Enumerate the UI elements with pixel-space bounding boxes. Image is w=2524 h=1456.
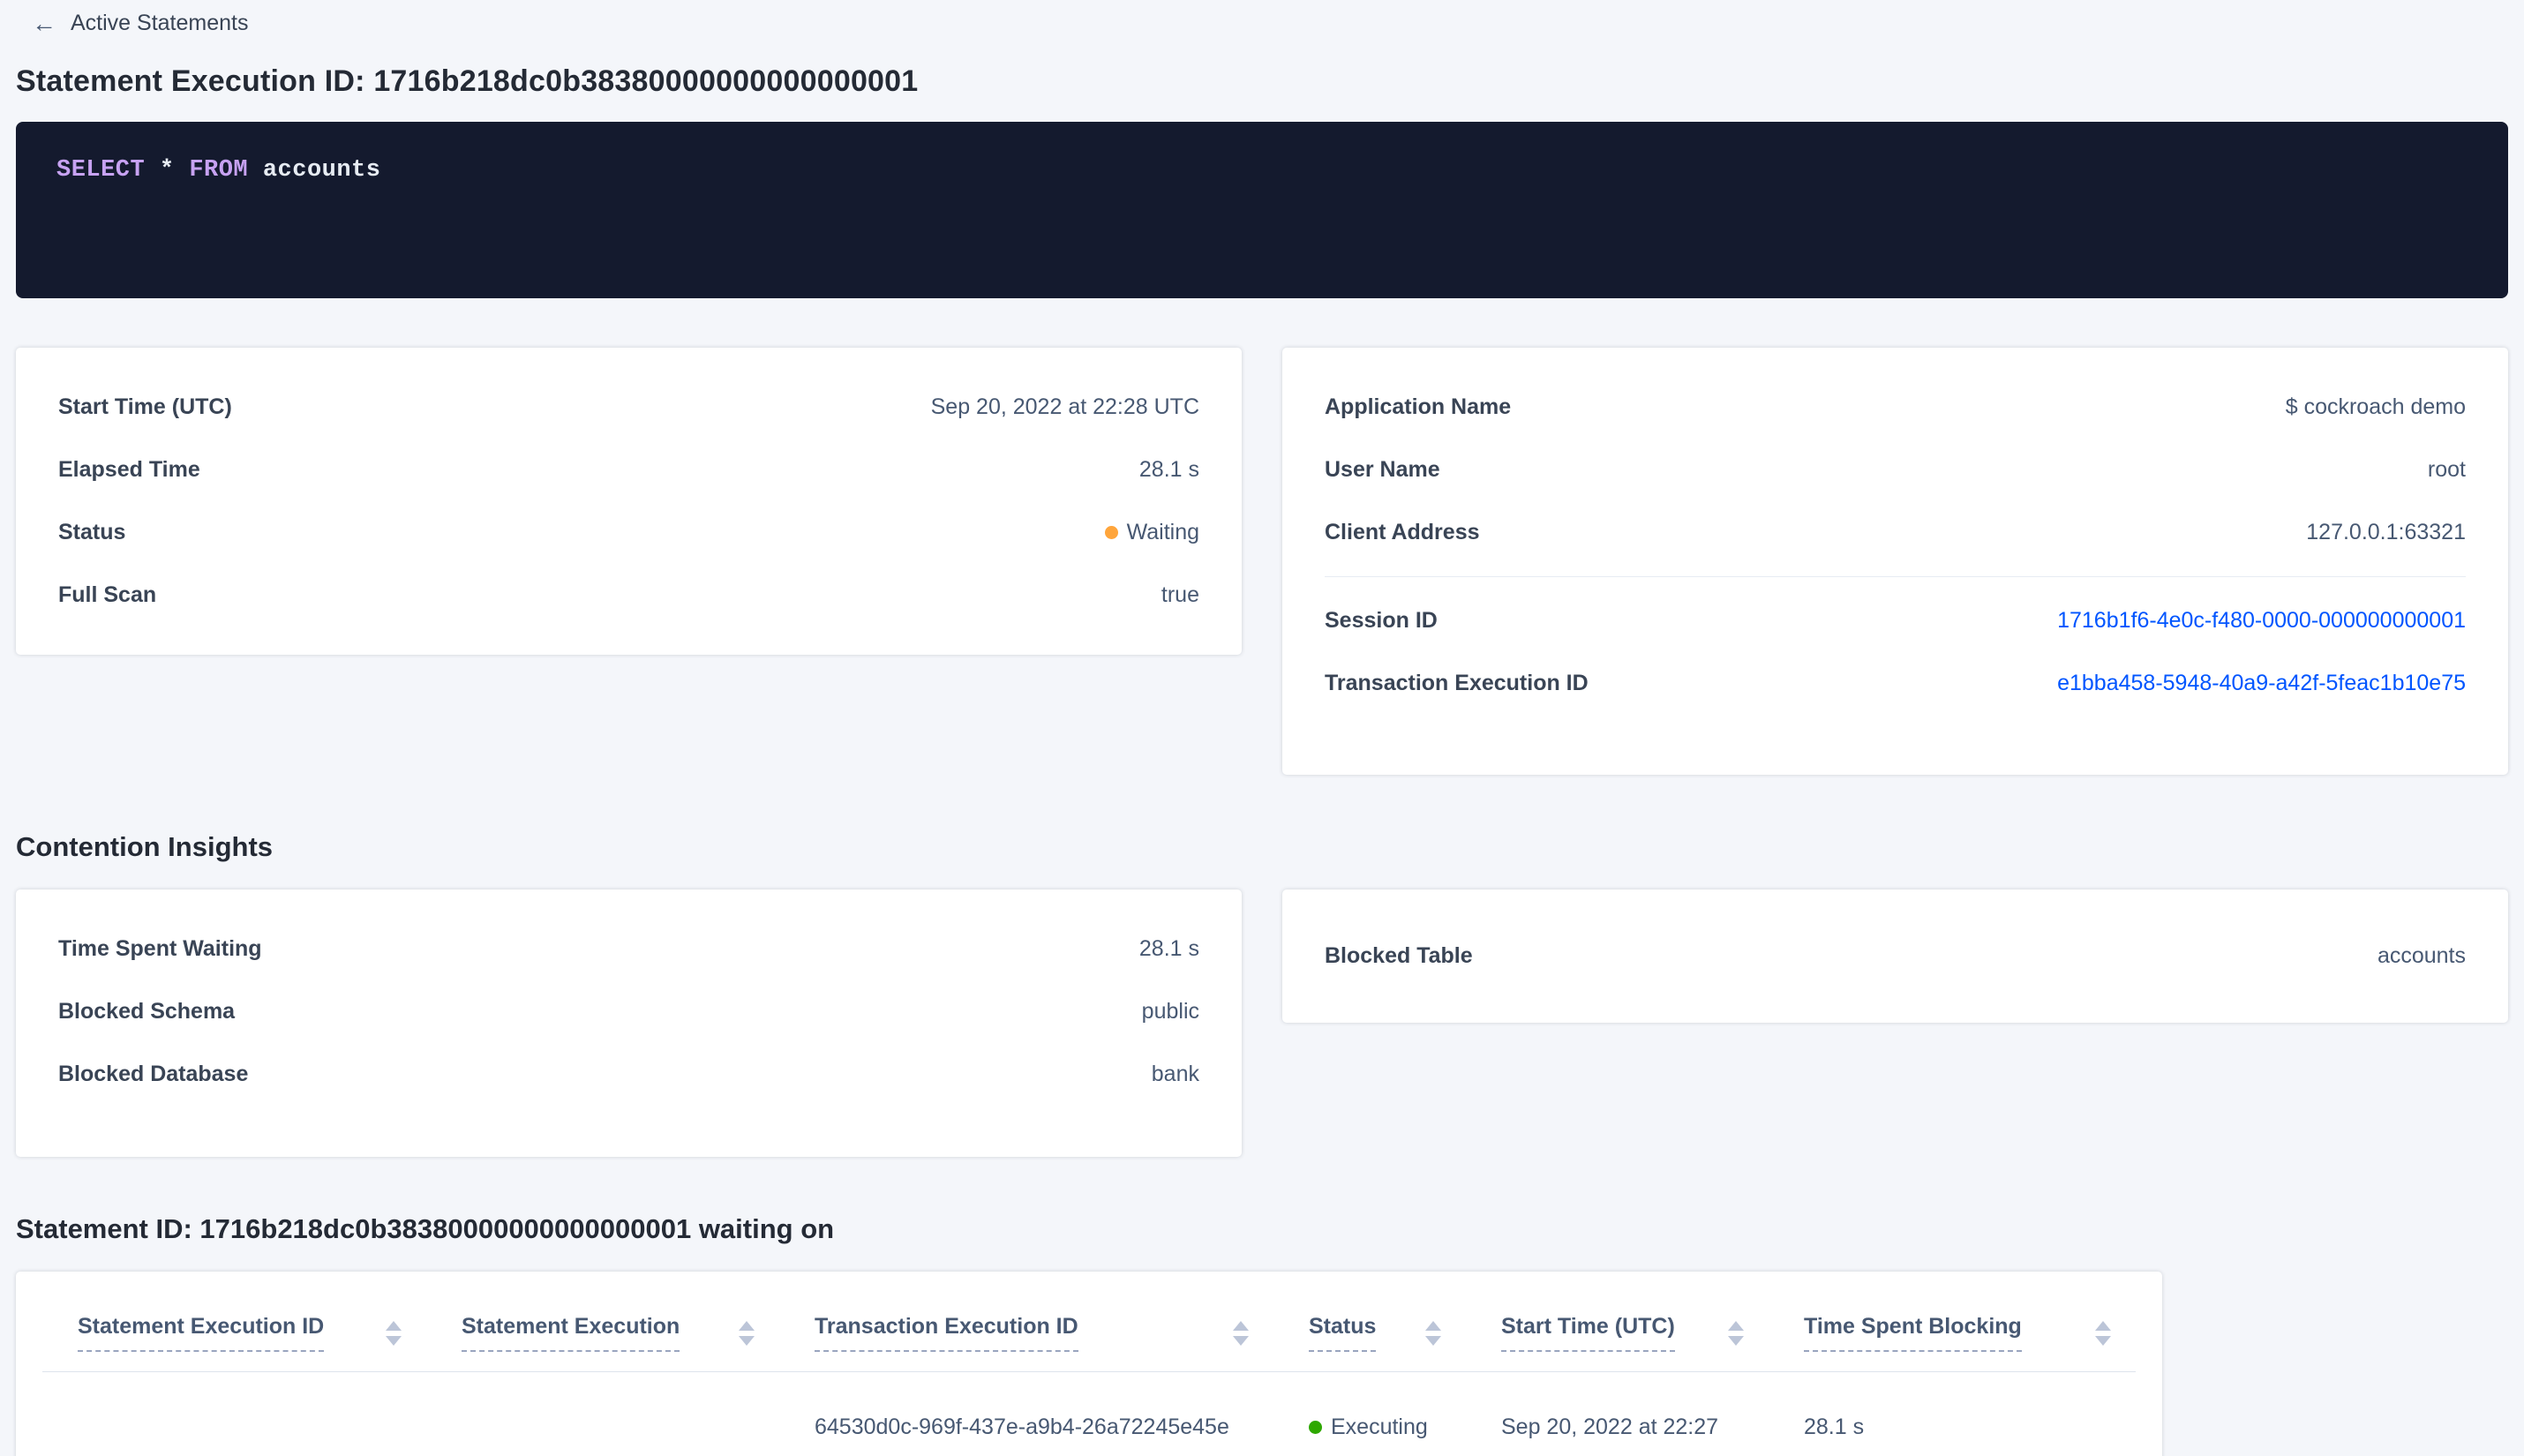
elapsed-time-row: Elapsed Time 28.1 s (58, 439, 1199, 501)
full-scan-row: Full Scan true (58, 564, 1199, 627)
blocked-table-card: Blocked Table accounts (1282, 889, 2508, 1023)
user-name-label: User Name (1325, 457, 1440, 482)
transaction-execution-id-link[interactable]: e1bba458-5948-40a9-a42f-5feac1b10e75 (2057, 671, 2466, 696)
blocked-schema-row: Blocked Schema public (58, 980, 1199, 1043)
transaction-execution-id-label: Transaction Execution ID (1325, 671, 1589, 695)
blocked-database-label: Blocked Database (58, 1062, 249, 1086)
client-address-row: Client Address 127.0.0.1:63321 (1325, 501, 2466, 564)
waiting-status-dot-icon (1104, 526, 1118, 539)
contention-insights-heading: Contention Insights (16, 831, 274, 862)
full-scan-label: Full Scan (58, 582, 157, 607)
blocked-schema-value: public (1141, 999, 1199, 1024)
back-arrow-icon: ← (32, 9, 56, 37)
waiting-on-heading: Statement ID: 1716b218dc0b38380000000000… (16, 1213, 835, 1244)
start-time-value: Sep 20, 2022 at 22:28 UTC (930, 394, 1199, 419)
elapsed-time-value: 28.1 s (1138, 457, 1199, 482)
application-name-row: Application Name $ cockroach demo (1325, 376, 2466, 439)
status-label: Status (58, 520, 126, 544)
blocked-schema-label: Blocked Schema (58, 999, 236, 1024)
column-header-status[interactable]: Status (1273, 1287, 1466, 1372)
card-divider (1325, 576, 2466, 577)
user-name-value: root (2427, 457, 2466, 482)
sort-icon (739, 1320, 755, 1346)
execution-summary-card: Start Time (UTC) Sep 20, 2022 at 22:28 U… (16, 348, 1242, 655)
start-time-row: Start Time (UTC) Sep 20, 2022 at 22:28 U… (58, 376, 1199, 439)
blocked-database-value: bank (1151, 1062, 1199, 1086)
blocked-database-row: Blocked Database bank (58, 1043, 1199, 1106)
column-label: Time Spent Blocking (1804, 1314, 2022, 1352)
execution-details-cards: Start Time (UTC) Sep 20, 2022 at 22:28 U… (16, 348, 2508, 775)
page-title: Statement Execution ID: 1716b218dc0b3838… (16, 64, 919, 98)
column-label: Statement Execution ID (78, 1314, 325, 1352)
session-id-row: Session ID 1716b1f6-4e0c-f480-0000-00000… (1325, 589, 2466, 652)
sort-icon (386, 1320, 402, 1346)
sql-statement-box: SELECT * FROM accounts (16, 122, 2508, 298)
application-name-value: $ cockroach demo (2285, 394, 2466, 419)
elapsed-time-label: Elapsed Time (58, 457, 200, 482)
session-id-link[interactable]: 1716b1f6-4e0c-f480-0000-000000000001 (2057, 608, 2466, 634)
sort-icon (2095, 1320, 2111, 1346)
sort-icon (1728, 1320, 1744, 1346)
contention-waiting-card: Time Spent Waiting 28.1 s Blocked Schema… (16, 889, 1242, 1157)
contention-insights-cards: Time Spent Waiting 28.1 s Blocked Schema… (16, 889, 2508, 1157)
application-name-label: Application Name (1325, 394, 1512, 419)
status-text: Executing (1331, 1415, 1428, 1439)
column-label: Status (1309, 1314, 1377, 1352)
column-label: Transaction Execution ID (815, 1314, 1078, 1352)
table-header-row: Statement Execution ID Statement Executi… (42, 1287, 2136, 1372)
time-spent-waiting-label: Time Spent Waiting (58, 936, 262, 961)
transaction-execution-id-row: Transaction Execution ID e1bba458-5948-4… (1325, 652, 2466, 715)
time-spent-waiting-row: Time Spent Waiting 28.1 s (58, 918, 1199, 980)
column-label: Statement Execution (462, 1314, 680, 1352)
sql-keyword-select: SELECT (56, 157, 160, 184)
client-address-label: Client Address (1325, 520, 1480, 544)
user-name-row: User Name root (1325, 439, 2466, 501)
cell-start-time: Sep 20, 2022 at 22:27 (1466, 1371, 1769, 1456)
status-text: Waiting (1126, 520, 1199, 544)
statement-execution-details-page: ← Active Statements Statement Execution … (0, 0, 2524, 1456)
cell-transaction-execution-id: 64530d0c-969f-437e-a9b4-26a72245e45e (779, 1371, 1273, 1456)
waiting-on-table-card: Statement Execution ID Statement Executi… (16, 1272, 2162, 1456)
executing-status-dot-icon (1309, 1421, 1322, 1434)
start-time-label: Start Time (UTC) (58, 394, 232, 419)
blocked-table-row: Blocked Table accounts (1325, 925, 2466, 987)
column-header-statement-execution-id[interactable]: Statement Execution ID (42, 1287, 426, 1372)
blocked-table-label: Blocked Table (1325, 943, 1473, 968)
column-label: Start Time (UTC) (1501, 1314, 1675, 1352)
waiting-on-table: Statement Execution ID Statement Executi… (42, 1287, 2136, 1456)
blocked-table-value: accounts (2377, 943, 2466, 968)
cell-time-spent-blocking: 28.1 s (1769, 1371, 2136, 1456)
sql-table-name: accounts (262, 157, 381, 184)
column-header-transaction-execution-id[interactable]: Transaction Execution ID (779, 1287, 1273, 1372)
sql-star: * (159, 157, 190, 184)
column-header-time-spent-blocking[interactable]: Time Spent Blocking (1769, 1287, 2136, 1372)
column-header-statement-execution[interactable]: Statement Execution (426, 1287, 779, 1372)
status-value: Waiting (1104, 520, 1199, 545)
column-header-start-time[interactable]: Start Time (UTC) (1466, 1287, 1769, 1372)
client-address-value: 127.0.0.1:63321 (2306, 520, 2466, 544)
time-spent-waiting-value: 28.1 s (1138, 936, 1199, 961)
full-scan-value: true (1161, 582, 1199, 607)
session-id-label: Session ID (1325, 608, 1438, 633)
back-link-label: Active Statements (71, 11, 249, 35)
sql-statement: SELECT * FROM accounts (56, 157, 380, 184)
sort-icon (1425, 1320, 1441, 1346)
back-to-active-statements-link[interactable]: ← Active Statements (32, 11, 248, 36)
cell-statement-execution-id (42, 1371, 426, 1456)
cell-statement-execution (426, 1371, 779, 1456)
session-details-card: Application Name $ cockroach demo User N… (1282, 348, 2508, 775)
table-row: 64530d0c-969f-437e-a9b4-26a72245e45e Exe… (42, 1371, 2136, 1456)
sql-keyword-from: FROM (189, 157, 263, 184)
status-row: Status Waiting (58, 501, 1199, 564)
sort-icon (1233, 1320, 1249, 1346)
cell-status: Executing (1273, 1371, 1466, 1456)
